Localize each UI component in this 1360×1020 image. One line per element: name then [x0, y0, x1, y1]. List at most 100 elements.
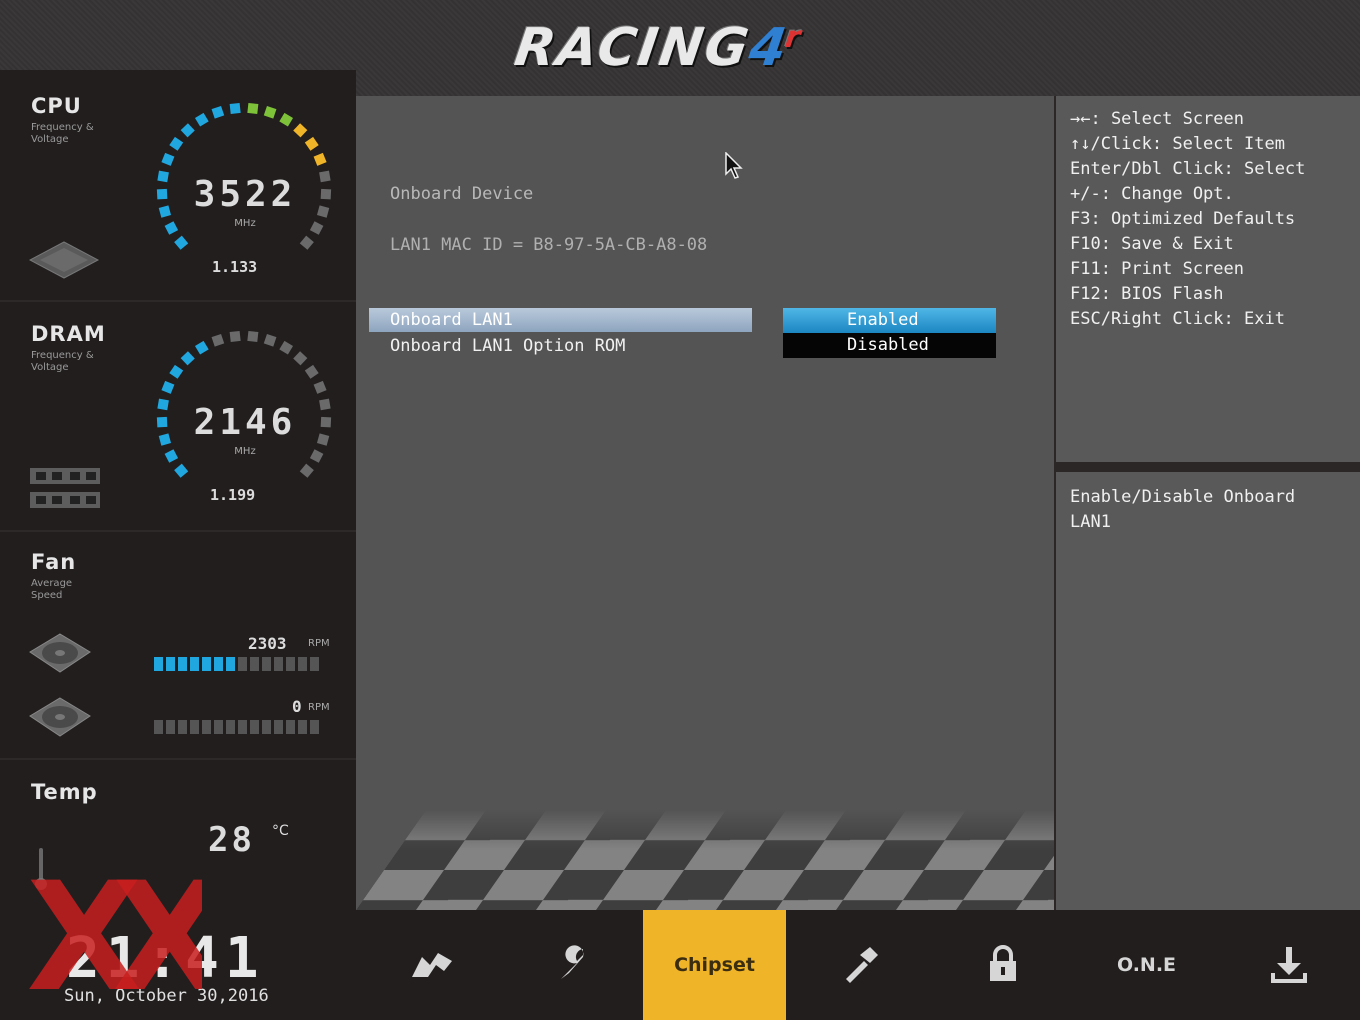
popup-item-disabled[interactable]: Disabled [783, 333, 996, 358]
fan-subtitle: Average Speed [31, 578, 73, 601]
temp-title: Temp [31, 780, 98, 804]
wrench-icon [560, 945, 583, 979]
help-line-change-opt: +/-: Change Opt. [1070, 184, 1234, 204]
popup-item-enabled[interactable]: Enabled [783, 308, 996, 333]
main-settings-area: Onboard Device LAN1 MAC ID = B8-97-5A-CB… [356, 96, 1054, 910]
logo-text: RACING [511, 18, 754, 78]
gauge-segment [229, 102, 241, 114]
temp-unit: °C [272, 823, 289, 839]
gauge-segment [174, 235, 189, 250]
fan-bar-segment [310, 720, 319, 734]
fan-bar-segment [166, 657, 175, 671]
watermark-text: XX [26, 877, 202, 1002]
gauge-segment [229, 330, 241, 342]
gauge-segment [313, 152, 327, 166]
gauge-segment [247, 102, 259, 114]
fan-bar-segment [250, 657, 259, 671]
help-line-f11: F11: Print Screen [1070, 259, 1244, 279]
option-popup: Enabled Disabled [783, 308, 996, 358]
help-line-select-item: ↑↓/Click: Select Item [1070, 134, 1285, 154]
help-line-select-screen: →←: Select Screen [1070, 109, 1244, 129]
fan-bar-segment [202, 657, 211, 671]
option-onboard-lan1-rom[interactable]: Onboard LAN1 Option ROM [369, 334, 752, 358]
fan-bar-segment [226, 720, 235, 734]
temp-value: 28 [208, 820, 255, 860]
help-line-f10: F10: Save & Exit [1070, 234, 1234, 254]
tab-chipset-label: Chipset [674, 954, 755, 976]
fan-bar-segment [310, 657, 319, 671]
gauge-segment [169, 136, 184, 151]
tab-exit[interactable] [1217, 910, 1360, 1020]
fan-bar-segment [250, 720, 259, 734]
section-title: Onboard Device [390, 184, 534, 204]
gauge-segment [304, 364, 319, 379]
tab-advanced[interactable] [503, 910, 646, 1020]
fan-bar-segment [214, 657, 223, 671]
fan2-rpm-unit: RPM [308, 702, 330, 713]
gauge-segment [164, 449, 179, 463]
fan-bar-segment [190, 720, 199, 734]
dram-subtitle: Frequency & Voltage [31, 350, 94, 373]
gauge-segment [157, 398, 169, 411]
fan2-rpm-value: 0 [292, 697, 302, 716]
option-onboard-lan1[interactable]: Onboard LAN1 [369, 308, 752, 332]
gauge-segment [299, 235, 314, 250]
tab-oc-tweaker[interactable] [360, 910, 503, 1020]
gauge-segment [180, 123, 195, 138]
gauge-segment [194, 112, 209, 127]
lock-icon [989, 945, 1016, 981]
fan-title: Fan [31, 550, 77, 574]
dram-monitor: DRAM Frequency & Voltage 2146 MHz 1.199 [0, 302, 356, 532]
fan1-rpm-value: 2303 [248, 634, 287, 653]
dram-title: DRAM [31, 322, 106, 346]
item-description-panel: Enable/Disable Onboard LAN1 [1056, 472, 1360, 910]
gauge-segment [157, 170, 169, 183]
dram-frequency-value: 2146 [193, 402, 297, 443]
tab-one-label: O.N.E [1116, 954, 1177, 976]
fan-bar-segment [274, 720, 283, 734]
gauge-segment [211, 105, 225, 119]
fan-bar-segment [262, 720, 271, 734]
cpu-chip-icon [28, 241, 100, 279]
checkered-flag-decoration [356, 810, 1054, 910]
fan-bar-segment [238, 720, 247, 734]
lan1-mac-id: LAN1 MAC ID = B8-97-5A-CB-A8-08 [390, 235, 708, 255]
gauge-segment [319, 170, 331, 183]
fan-bar-segment [286, 657, 295, 671]
help-line-f12: F12: BIOS Flash [1070, 284, 1224, 304]
dram-voltage-value: 1.199 [210, 486, 256, 504]
fan-bar-segment [154, 657, 163, 671]
gauge-segment [180, 351, 195, 366]
help-line-f3: F3: Optimized Defaults [1070, 209, 1296, 229]
fan1-rpm-unit: RPM [308, 638, 330, 649]
fan-bar-segment [202, 720, 211, 734]
racing-logo: RACING4r [511, 18, 860, 82]
download-exit-icon [1270, 947, 1307, 983]
gauge-segment [158, 433, 172, 446]
gauge-segment [316, 205, 330, 218]
tab-security[interactable] [931, 910, 1074, 1020]
fan-bar-segment [178, 720, 187, 734]
hammer-icon [845, 947, 878, 983]
fan-bar-segment [154, 720, 163, 734]
fan-monitor: Fan Average Speed 2303 RPM 0 RPM [0, 532, 356, 760]
fan-bar-segment [166, 720, 175, 734]
gauge-segment [211, 333, 225, 347]
gauge-segment [309, 221, 324, 235]
fan-bar-segment [298, 657, 307, 671]
gauge-segment [263, 105, 277, 119]
fan-bar-segment [238, 657, 247, 671]
fan1-icon [29, 633, 91, 673]
gauge-segment [156, 416, 168, 428]
fan-bar-segment [178, 657, 187, 671]
description-line-1: Enable/Disable Onboard [1070, 487, 1296, 507]
gauge-segment [279, 340, 294, 355]
fan-bar-segment [190, 657, 199, 671]
cpu-monitor: CPU Frequency & Voltage 3522 MHz 1.133 [0, 70, 356, 302]
tab-tools[interactable] [788, 910, 931, 1020]
fan-bar-segment [262, 657, 271, 671]
dram-frequency-unit: MHz [234, 446, 256, 457]
tab-chipset[interactable]: Chipset [643, 910, 786, 1020]
tab-one[interactable]: O.N.E [1075, 910, 1218, 1020]
gauge-segment [320, 188, 332, 200]
